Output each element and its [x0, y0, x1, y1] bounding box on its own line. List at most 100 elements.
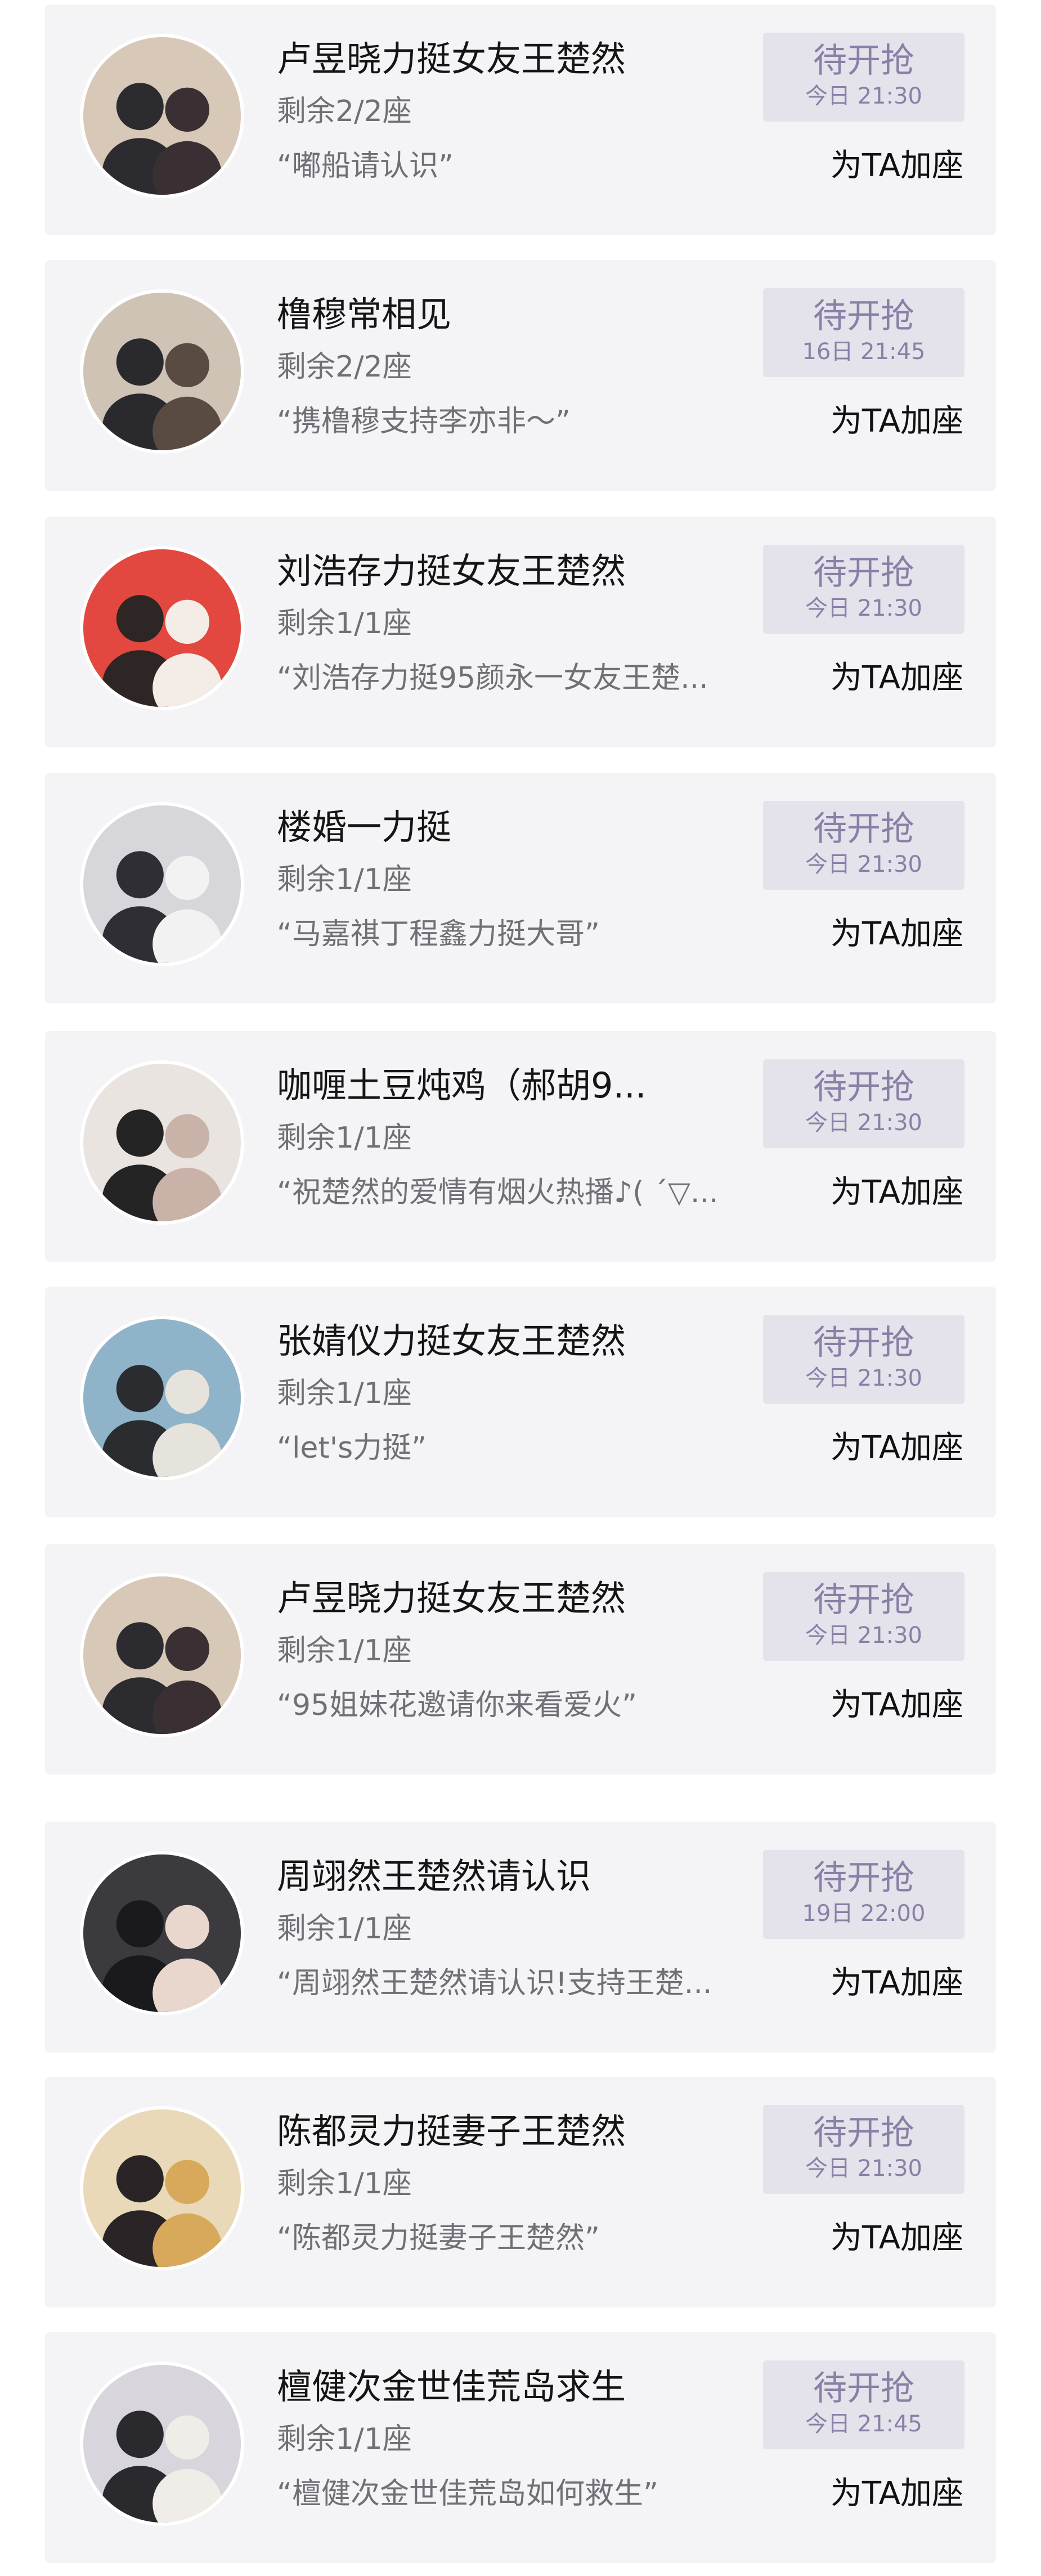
seats-remaining: 剩余2/2座 — [277, 350, 412, 384]
card-quote: “let's力挺” — [277, 1431, 427, 1465]
card-title: 陈都灵力挺妻子王楚然 — [277, 2111, 626, 2152]
avatar[interactable] — [80, 2362, 244, 2526]
add-seat-link[interactable]: 为TA加座 — [831, 404, 963, 440]
add-seat-link[interactable]: 为TA加座 — [831, 1687, 963, 1723]
grab-button-label: 待开抢 — [813, 809, 914, 849]
avatar-image — [83, 805, 241, 963]
card-title: 檀健次金世佳荒岛求生 — [277, 2366, 626, 2407]
seat-card[interactable]: 张婧仪力挺女友王楚然 剩余1/1座 “let's力挺” 待开抢 今日 21:30… — [45, 1287, 996, 1517]
card-title: 楼婚一力挺 — [277, 807, 452, 848]
seats-remaining: 剩余1/1座 — [277, 607, 412, 640]
grab-button[interactable]: 待开抢 今日 21:45 — [763, 2360, 964, 2449]
seats-remaining: 剩余1/1座 — [277, 2167, 412, 2201]
avatar-image — [83, 37, 241, 195]
avatar-image — [83, 549, 241, 707]
seat-card[interactable]: 刘浩存力挺女友王楚然 剩余1/1座 “刘浩存力挺95颜永一女友王楚... 待开抢… — [45, 517, 996, 747]
grab-button[interactable]: 待开抢 今日 21:30 — [763, 1572, 964, 1661]
avatar[interactable] — [80, 546, 244, 710]
seats-remaining: 剩余1/1座 — [277, 2422, 412, 2456]
avatar[interactable] — [80, 1316, 244, 1480]
avatar[interactable] — [80, 1060, 244, 1225]
card-title: 橹穆常相见 — [277, 294, 452, 335]
grab-button[interactable]: 待开抢 今日 21:30 — [763, 545, 964, 634]
card-quote: “马嘉祺丁程鑫力挺大哥” — [277, 917, 600, 951]
seats-remaining: 剩余2/2座 — [277, 95, 412, 128]
seats-remaining: 剩余1/1座 — [277, 1121, 412, 1155]
grab-button-label: 待开抢 — [813, 1323, 914, 1363]
card-quote: “祝楚然的爱情有烟火热播♪( ´▽... — [277, 1176, 719, 1209]
add-seat-link[interactable]: 为TA加座 — [831, 2476, 963, 2512]
seats-remaining: 剩余1/1座 — [277, 1634, 412, 1668]
avatar-image — [83, 1854, 241, 2012]
add-seat-link[interactable]: 为TA加座 — [831, 2220, 963, 2256]
card-title: 刘浩存力挺女友王楚然 — [277, 550, 626, 592]
grab-button[interactable]: 待开抢 今日 21:30 — [763, 1315, 964, 1404]
seat-card[interactable]: 檀健次金世佳荒岛求生 剩余1/1座 “檀健次金世佳荒岛如何救生” 待开抢 今日 … — [45, 2332, 996, 2563]
grab-button-label: 待开抢 — [813, 1068, 914, 1107]
seat-card[interactable]: 卢昱晓力挺女友王楚然 剩余2/2座 “嘟船请认识” 待开抢 今日 21:30 为… — [45, 5, 996, 235]
avatar-image — [83, 2365, 241, 2523]
card-quote: “檀健次金世佳荒岛如何救生” — [277, 2477, 658, 2511]
add-seat-link[interactable]: 为TA加座 — [831, 148, 963, 184]
avatar-image — [83, 1064, 241, 1221]
card-quote: “陈都灵力挺妻子王楚然” — [277, 2221, 600, 2255]
card-title: 张婧仪力挺女友王楚然 — [277, 1320, 626, 1361]
seat-card[interactable]: 楼婚一力挺 剩余1/1座 “马嘉祺丁程鑫力挺大哥” 待开抢 今日 21:30 为… — [45, 773, 996, 1003]
grab-button-time: 今日 21:30 — [805, 852, 922, 877]
grab-button[interactable]: 待开抢 今日 21:30 — [763, 801, 964, 890]
add-seat-link[interactable]: 为TA加座 — [831, 916, 963, 952]
avatar[interactable] — [80, 1851, 244, 2015]
avatar[interactable] — [80, 34, 244, 198]
card-title: 卢昱晓力挺女友王楚然 — [277, 1578, 626, 1619]
card-quote: “携橹穆支持李亦非～” — [277, 405, 571, 438]
grab-button-label: 待开抢 — [813, 1858, 914, 1898]
avatar-image — [83, 1319, 241, 1477]
card-title: 周翊然王楚然请认识 — [277, 1856, 591, 1897]
grab-button[interactable]: 待开抢 16日 21:45 — [763, 288, 964, 377]
add-seat-link[interactable]: 为TA加座 — [831, 1430, 963, 1466]
avatar-image — [83, 1576, 241, 1734]
card-quote: “周翊然王楚然请认识!支持王楚... — [277, 1966, 712, 2000]
seat-card[interactable]: 咖喱土豆炖鸡（郝胡9... 剩余1/1座 “祝楚然的爱情有烟火热播♪( ´▽..… — [45, 1031, 996, 1262]
grab-button-time: 16日 21:45 — [802, 339, 926, 365]
seats-remaining: 剩余1/1座 — [277, 1377, 412, 1410]
avatar-image — [83, 293, 241, 450]
grab-button-time: 19日 22:00 — [802, 1901, 926, 1927]
avatar[interactable] — [80, 2106, 244, 2270]
grab-button-time: 今日 21:30 — [805, 1623, 922, 1648]
grab-button[interactable]: 待开抢 今日 21:30 — [763, 2105, 964, 2194]
grab-button[interactable]: 待开抢 今日 21:30 — [763, 1059, 964, 1148]
seat-card[interactable]: 周翊然王楚然请认识 剩余1/1座 “周翊然王楚然请认识!支持王楚... 待开抢 … — [45, 1822, 996, 2053]
seats-remaining: 剩余1/1座 — [277, 863, 412, 897]
card-quote: “95姐妹花邀请你来看爱火” — [277, 1688, 638, 1722]
grab-button-time: 今日 21:45 — [805, 2411, 922, 2437]
grab-button[interactable]: 待开抢 今日 21:30 — [763, 33, 964, 122]
seat-card[interactable]: 卢昱晓力挺女友王楚然 剩余1/1座 “95姐妹花邀请你来看爱火” 待开抢 今日 … — [45, 1544, 996, 1775]
grab-button-time: 今日 21:30 — [805, 595, 922, 621]
grab-button-time: 今日 21:30 — [805, 1365, 922, 1391]
grab-button[interactable]: 待开抢 19日 22:00 — [763, 1850, 964, 1939]
add-seat-link[interactable]: 为TA加座 — [831, 660, 963, 696]
add-seat-link[interactable]: 为TA加座 — [831, 1175, 963, 1211]
grab-button-time: 今日 21:30 — [805, 1110, 922, 1136]
add-seat-link[interactable]: 为TA加座 — [831, 1965, 963, 2001]
grab-button-label: 待开抢 — [813, 297, 914, 336]
card-quote: “刘浩存力挺95颜永一女友王楚... — [277, 661, 708, 695]
seat-card[interactable]: 橹穆常相见 剩余2/2座 “携橹穆支持李亦非～” 待开抢 16日 21:45 为… — [45, 260, 996, 491]
grab-button-label: 待开抢 — [813, 41, 914, 80]
card-quote: “嘟船请认识” — [277, 149, 454, 183]
grab-button-label: 待开抢 — [813, 1580, 914, 1620]
avatar[interactable] — [80, 289, 244, 454]
seat-card[interactable]: 陈都灵力挺妻子王楚然 剩余1/1座 “陈都灵力挺妻子王楚然” 待开抢 今日 21… — [45, 2077, 996, 2308]
seat-list: 卢昱晓力挺女友王楚然 剩余2/2座 “嘟船请认识” 待开抢 今日 21:30 为… — [0, 0, 1041, 2576]
grab-button-label: 待开抢 — [813, 2113, 914, 2153]
grab-button-label: 待开抢 — [813, 2369, 914, 2408]
avatar-image — [83, 2109, 241, 2267]
avatar[interactable] — [80, 802, 244, 966]
grab-button-label: 待开抢 — [813, 553, 914, 593]
grab-button-time: 今日 21:30 — [805, 2156, 922, 2181]
grab-button-time: 今日 21:30 — [805, 83, 922, 109]
avatar[interactable] — [80, 1573, 244, 1737]
card-title: 咖喱土豆炖鸡（郝胡9... — [277, 1065, 647, 1106]
card-title: 卢昱晓力挺女友王楚然 — [277, 38, 626, 79]
